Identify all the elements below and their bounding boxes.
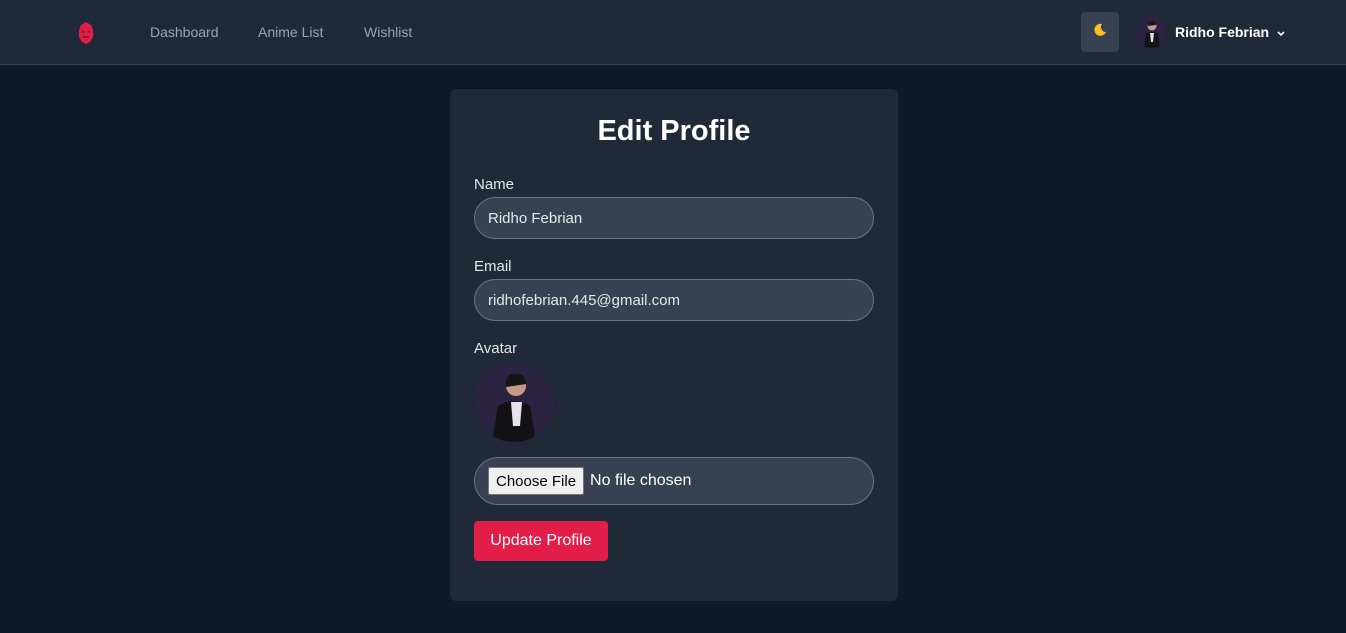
demon-mask-logo-icon[interactable] — [77, 21, 95, 45]
update-profile-button[interactable]: Update Profile — [474, 521, 608, 561]
chevron-down-icon — [1275, 26, 1287, 38]
edit-profile-card: Edit Profile Name Email Avatar Choose Fi… — [450, 89, 898, 601]
choose-file-button[interactable]: Choose File — [488, 467, 585, 495]
user-name: Ridho Febrian — [1175, 24, 1270, 40]
name-label: Name — [474, 176, 515, 193]
avatar-label: Avatar — [474, 340, 518, 357]
email-label: Email — [474, 258, 512, 275]
nav-link-anime-list[interactable]: Anime List — [258, 23, 323, 41]
avatar-file-input[interactable]: Choose File No file chosen — [474, 457, 874, 505]
user-menu[interactable]: Ridho Febrian — [1135, 16, 1287, 48]
page-title: Edit Profile — [597, 115, 751, 147]
email-field[interactable] — [474, 279, 874, 321]
nav-link-dashboard[interactable]: Dashboard — [150, 23, 219, 41]
file-status-text: No file chosen — [590, 472, 692, 489]
nav-link-wishlist[interactable]: Wishlist — [364, 23, 412, 41]
navbar: Dashboard Anime List Wishlist Ridho Febr… — [0, 0, 1346, 65]
user-avatar — [1135, 16, 1167, 48]
avatar-preview — [474, 362, 554, 442]
name-field[interactable] — [474, 197, 874, 239]
theme-toggle-button[interactable] — [1081, 12, 1119, 52]
moon-icon — [1093, 23, 1107, 42]
